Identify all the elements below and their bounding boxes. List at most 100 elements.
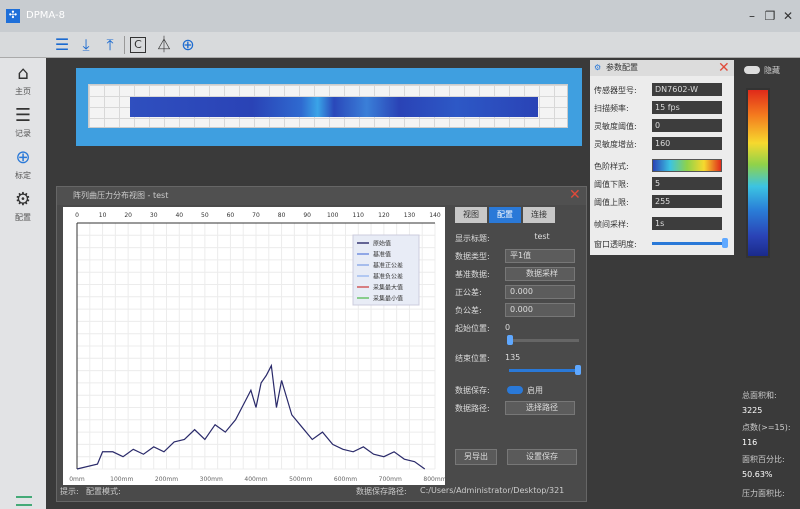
x-bottom-tick-label: 0mm [69,476,85,483]
x-top-tick-label: 90 [303,212,311,219]
cfg-high: 阈值上限: 255 [594,194,730,210]
x-bottom-tick-label: 100mm [110,476,133,483]
x-top-tick-label: 60 [227,212,235,219]
stat-value-percent: 50.63% [742,470,773,479]
clear-icon[interactable]: C [130,37,146,53]
sensor-select[interactable]: DN7602-W [652,83,722,96]
stat-label-pressure: 压力面积比: [742,489,785,498]
chart-svg: 0 10 20 30 40 50 60 70 80 90 100 110 120 130 140 0mm 100… [69,212,446,483]
target-icon[interactable]: ⊕ [178,35,198,55]
home-icon: ⌂ [17,63,29,84]
cfg-rate: 扫描频率: 15 fps [594,100,730,116]
gear-icon: ⚙ [594,63,602,72]
x-top-tick-label: 0 [75,212,79,219]
sidebar-item-settings[interactable]: ⚙ 配置 [0,188,46,232]
list-icon[interactable]: ☰ [52,35,72,55]
sample-button[interactable]: 数据采样 [505,267,575,281]
export-button[interactable]: 另导出 [455,449,497,465]
gain-input[interactable]: 160 [652,137,722,150]
low-threshold-input[interactable]: 5 [652,177,722,190]
save-toggle[interactable] [507,386,523,394]
sample-select[interactable]: 1s [652,217,722,230]
high-threshold-input[interactable]: 255 [652,195,722,208]
threshold-input[interactable]: 0 [652,119,722,132]
legend-label: 采集最大值 [373,284,403,292]
x-bottom-tick-label: 600mm [334,476,357,483]
choose-path-button[interactable]: 选择路径 [505,401,575,415]
x-top-tick-label: 100 [327,212,339,219]
start-slider[interactable] [509,339,579,342]
rate-select[interactable]: 15 fps [652,101,722,114]
x-top-tick-label: 20 [124,212,132,219]
legend-label: 基准正公差 [373,262,403,270]
x-top-tick-label: 10 [99,212,107,219]
x-bottom-tick-label: 300mm [200,476,223,483]
legend-label: 采集最小值 [373,295,403,303]
status-bar: 提示: 配置模式: 数据保存路径: C:/Users/Administrator… [60,486,565,496]
settings-icon: ⚙ [14,189,32,210]
pos-tolerance-input[interactable]: 0.000 [505,285,575,299]
cfg-colormap: 色阶样式: [594,158,730,174]
database-icon: ☰ [14,105,32,126]
stat-label-total: 总面积和: [742,391,777,400]
download-icon[interactable]: ⤓ [76,35,96,55]
panel-title: 阵列曲压力分布视图 - test [57,187,586,205]
save-settings-button[interactable]: 设置保存 [507,449,577,465]
legend-label: 基准负公差 [373,273,403,281]
x-bottom-tick-label: 700mm [379,476,402,483]
sidebar-item-calibrate[interactable]: ⊕ 标定 [0,146,46,190]
cfg-threshold: 灵敏度阈值: 0 [594,118,730,134]
stat-value-total: 3225 [742,406,763,415]
line-chart: 0 10 20 30 40 50 60 70 80 90 100 110 120 130 140 0mm 100… [63,207,447,485]
app-logo-icon: ✣ [6,9,20,23]
x-top-tick-label: 80 [278,212,286,219]
field-save: 数据保存: 启用 [455,386,543,395]
title-input[interactable]: test [505,231,575,245]
panel-close-icon[interactable]: ✕ [569,187,581,203]
legend-label: 基准值 [373,251,391,259]
field-path: 数据路径: 选择路径 [455,401,583,417]
color-scale-bar [746,88,770,258]
x-top-tick-label: 50 [201,212,209,219]
menu-icon[interactable] [16,496,32,506]
window-title: DPMA-8 [26,10,65,21]
minimize-button[interactable]: – [746,10,758,22]
x-top-tick-label: 130 [404,212,416,219]
tab-view[interactable]: 视图 [455,207,487,223]
sidebar-item-home[interactable]: ⌂ 主页 [0,62,46,106]
tab-config[interactable]: 配置 [489,207,521,223]
neg-tolerance-input[interactable]: 0.000 [505,303,575,317]
x-top-tick-label: 70 [252,212,260,219]
transparency-handle[interactable] [722,238,728,248]
title-bar: ✣ DPMA-8 – ❐ ✕ [0,0,800,32]
x-bottom-tick-label: 500mm [289,476,312,483]
colormap-select[interactable] [652,159,722,172]
field-datatype: 数据类型: 平1值 [455,249,583,265]
sidebar-item-records[interactable]: ☰ 记录 [0,104,46,148]
close-button[interactable]: ✕ [782,10,794,22]
panel-tabs: 视图 配置 连接 [455,207,555,223]
end-slider-handle[interactable] [575,365,581,375]
series-line [76,363,426,470]
upload-icon[interactable]: ⤒ [100,35,120,55]
toolbar: ☰ ⤓ ⤒ C ⏃ ⊕ [0,32,800,58]
stat-value-count: 116 [742,438,758,447]
config-panel: ⚙ 参数配置 ✕ 传感器型号: DN7602-W 扫描频率: 15 fps 灵敏… [590,60,734,255]
field-pos-tol: 正公差: 0.000 [455,285,583,301]
tripod-icon[interactable]: ⏃ [154,35,174,55]
tab-connect[interactable]: 连接 [523,207,555,223]
x-bottom-tick-label: 800mm [423,476,445,483]
x-top-tick-label: 30 [150,212,158,219]
datatype-select[interactable]: 平1值 [505,249,575,263]
pressure-heatmap-strip [130,97,538,117]
start-slider-handle[interactable] [507,335,513,345]
field-title: 显示标题: test [455,231,583,247]
cfg-gain: 灵敏度增益: 160 [594,136,730,152]
config-close-icon[interactable]: ✕ [718,60,730,76]
transparency-slider[interactable] [652,242,726,245]
target-icon: ⊕ [15,147,31,168]
maximize-button[interactable]: ❐ [764,10,776,22]
end-slider[interactable] [509,369,579,372]
hide-toggle[interactable] [744,66,760,74]
cfg-sample: 帧间采样: 1s [594,216,730,232]
